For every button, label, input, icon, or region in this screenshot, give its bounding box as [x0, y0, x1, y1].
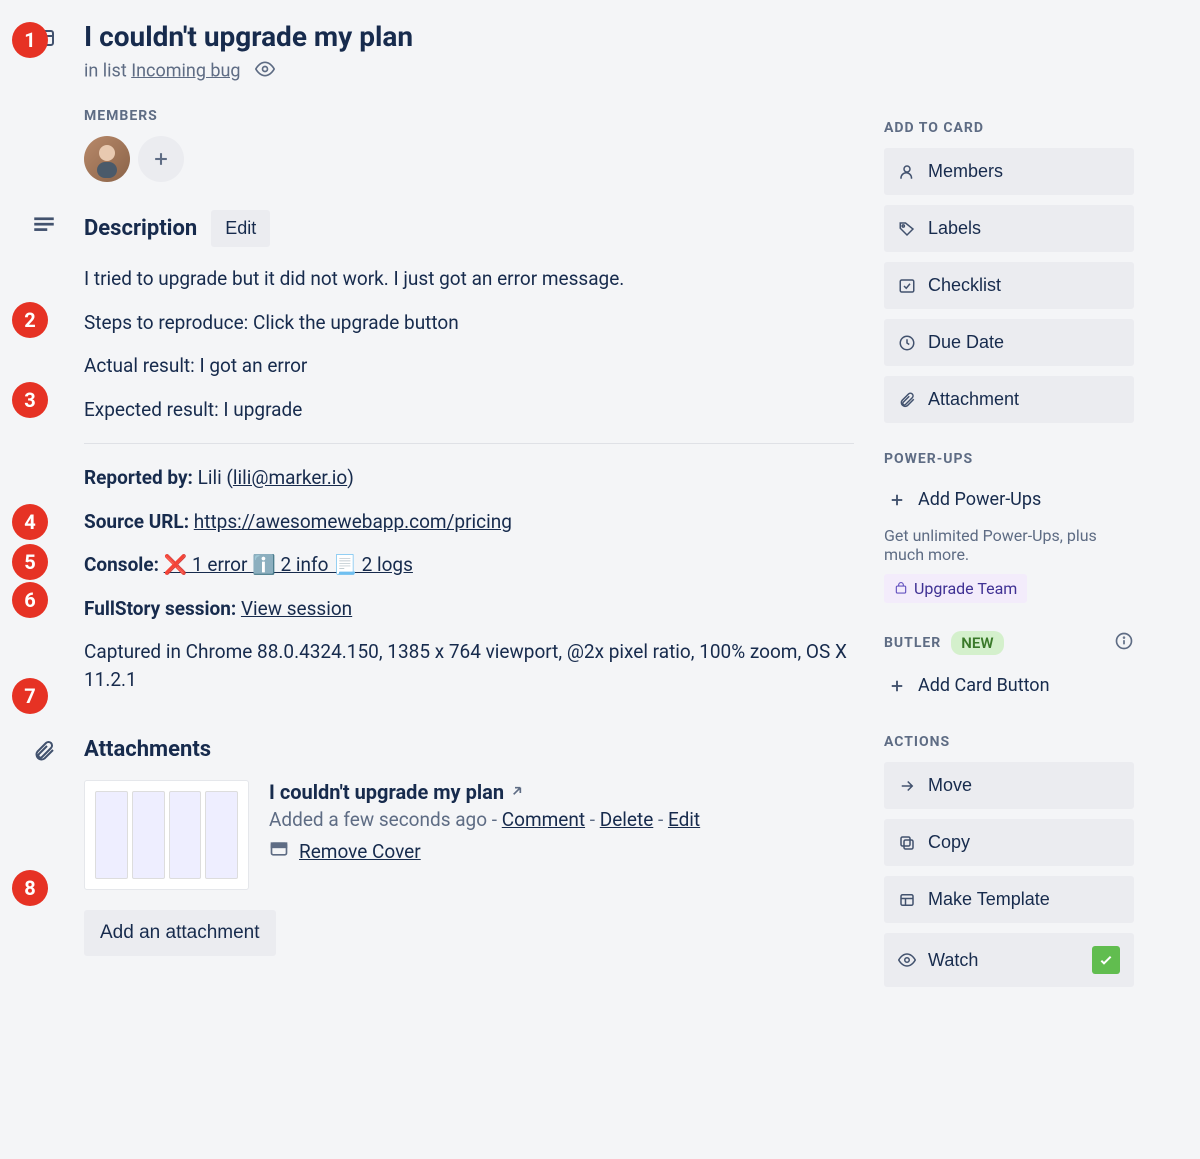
- add-powerups-link[interactable]: Add Power-Ups: [884, 479, 1134, 520]
- sidebar-duedate-button[interactable]: Due Date: [884, 319, 1134, 366]
- fullstory-row: FullStory session: View session: [84, 595, 854, 623]
- annotation-6: 6: [12, 582, 48, 618]
- reported-by: Reported by: Lili (lili@marker.io): [84, 464, 854, 492]
- move-button[interactable]: Move: [884, 762, 1134, 809]
- annotation-8: 8: [12, 870, 48, 906]
- description-heading: Description: [84, 216, 197, 241]
- new-badge: NEW: [951, 631, 1003, 655]
- fullstory-link[interactable]: View session: [241, 597, 352, 620]
- cover-icon: [269, 839, 289, 864]
- attachment-icon: [32, 739, 56, 956]
- watch-check-icon: [1092, 946, 1120, 974]
- description-icon: [31, 212, 57, 709]
- member-avatar[interactable]: [84, 136, 130, 182]
- watch-icon: [255, 59, 275, 84]
- members-label: MEMBERS: [84, 108, 854, 124]
- reporter-email-link[interactable]: lili@marker.io: [233, 466, 347, 489]
- powerups-label: POWER-UPS: [884, 451, 1134, 467]
- console-summary: Console: ❌ 1 error ℹ️ 2 info 📃 2 logs: [84, 551, 854, 579]
- list-link[interactable]: Incoming bug: [131, 60, 240, 81]
- butler-label: BUTLER: [884, 635, 941, 651]
- description-line: Actual result: I got an error: [84, 352, 854, 380]
- attachment-thumbnail[interactable]: [84, 780, 249, 890]
- attachments-heading: Attachments: [84, 737, 854, 762]
- source-url: Source URL: https://awesomewebapp.com/pr…: [84, 508, 854, 536]
- annotation-5: 5: [12, 544, 48, 580]
- captured-info: Captured in Chrome 88.0.4324.150, 1385 x…: [84, 638, 854, 693]
- card-list-location: in list Incoming bug: [84, 59, 413, 84]
- add-to-card-label: ADD TO CARD: [884, 120, 1134, 136]
- attachment-added: Added a few seconds ago: [269, 808, 487, 831]
- annotation-4: 4: [12, 504, 48, 540]
- add-card-button-link[interactable]: Add Card Button: [884, 665, 1134, 706]
- description-line: I tried to upgrade but it did not work. …: [84, 265, 854, 293]
- attachment-item[interactable]: I couldn't upgrade my plan Added a few s…: [84, 780, 854, 890]
- attachment-comment[interactable]: Comment: [502, 808, 585, 831]
- card-title: I couldn't upgrade my plan: [84, 20, 413, 53]
- annotation-3: 3: [12, 382, 48, 418]
- external-link-icon: [509, 780, 525, 804]
- remove-cover-link[interactable]: Remove Cover: [299, 840, 421, 863]
- source-url-link[interactable]: https://awesomewebapp.com/pricing: [194, 510, 512, 533]
- watch-button[interactable]: Watch: [884, 933, 1134, 987]
- powerups-note: Get unlimited Power-Ups, plus much more.: [884, 526, 1134, 564]
- annotation-2: 2: [12, 302, 48, 338]
- actions-label: ACTIONS: [884, 734, 1134, 750]
- description-line: Steps to reproduce: Click the upgrade bu…: [84, 309, 854, 337]
- copy-button[interactable]: Copy: [884, 819, 1134, 866]
- sidebar-checklist-button[interactable]: Checklist: [884, 262, 1134, 309]
- add-member-button[interactable]: [138, 136, 184, 182]
- sidebar-attachment-button[interactable]: Attachment: [884, 376, 1134, 423]
- annotation-7: 7: [12, 678, 48, 714]
- annotation-1: 1: [12, 22, 48, 58]
- info-icon[interactable]: [1114, 631, 1134, 655]
- attachment-delete[interactable]: Delete: [600, 808, 654, 831]
- add-attachment-button[interactable]: Add an attachment: [84, 910, 276, 956]
- make-template-button[interactable]: Make Template: [884, 876, 1134, 923]
- console-link[interactable]: ❌ 1 error ℹ️ 2 info 📃 2 logs: [164, 553, 413, 576]
- attachment-title: I couldn't upgrade my plan: [269, 780, 504, 804]
- upgrade-team-button[interactable]: Upgrade Team: [884, 574, 1027, 603]
- edit-description-button[interactable]: Edit: [211, 210, 270, 247]
- sidebar-labels-button[interactable]: Labels: [884, 205, 1134, 252]
- attachment-edit[interactable]: Edit: [668, 808, 700, 831]
- sidebar-members-button[interactable]: Members: [884, 148, 1134, 195]
- description-line: Expected result: I upgrade: [84, 396, 854, 424]
